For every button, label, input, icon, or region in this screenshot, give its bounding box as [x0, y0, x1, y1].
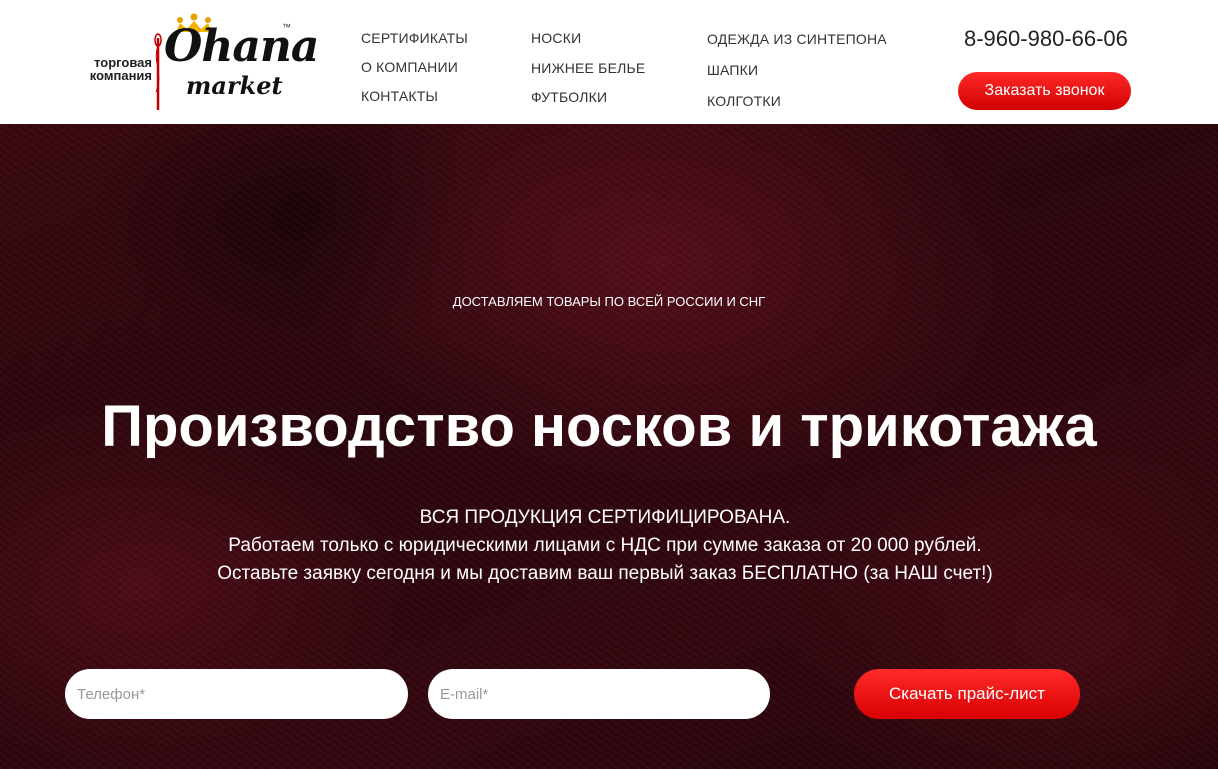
- nav-link-underwear[interactable]: НИЖНЕЕ БЕЛЬЕ: [531, 60, 645, 76]
- logo-company-text: торговая компания: [89, 55, 152, 83]
- hero-line-legal-entities: Работаем только с юридическими лицами с …: [228, 535, 982, 556]
- logo-brand-sub: market: [186, 71, 283, 100]
- hero-line-free-delivery: Оставьте заявку сегодня и мы доставим ва…: [217, 563, 993, 584]
- nav-link-tights[interactable]: КОЛГОТКИ: [707, 93, 781, 109]
- logo-brand: Ohana: [164, 21, 319, 72]
- nav-link-contacts[interactable]: КОНТАКТЫ: [361, 88, 438, 104]
- hero-title: Производство носков и трикотажа: [101, 394, 1097, 459]
- email-input[interactable]: [428, 669, 770, 719]
- logo[interactable]: торговая компания Ohana market ™: [86, 10, 319, 114]
- nav-link-about[interactable]: О КОМПАНИИ: [361, 59, 458, 75]
- nav-link-synthetic-clothing[interactable]: ОДЕЖДА ИЗ СИНТЕПОНА: [707, 31, 887, 47]
- order-call-button[interactable]: Заказать звонок: [958, 72, 1131, 110]
- hero-line-certified: ВСЯ ПРОДУКЦИЯ СЕРТИФИЦИРОВАНА.: [419, 507, 791, 528]
- hero-section: ДОСТАВЛЯЕМ ТОВАРЫ ПО ВСЕЙ РОССИИ И СНГ П…: [0, 124, 1218, 769]
- phone-input[interactable]: [65, 669, 408, 719]
- hero-subtitle: ДОСТАВЛЯЕМ ТОВАРЫ ПО ВСЕЙ РОССИИ И СНГ: [452, 294, 766, 309]
- hero-description: ВСЯ ПРОДУКЦИЯ СЕРТИФИЦИРОВАНА. Работаем …: [0, 504, 1210, 588]
- nav-link-socks[interactable]: НОСКИ: [531, 30, 581, 46]
- nav-link-tshirts[interactable]: ФУТБОЛКИ: [531, 89, 607, 105]
- phone-number[interactable]: 8-960-980-66-06: [964, 26, 1128, 52]
- download-price-list-button[interactable]: Скачать прайс-лист: [854, 669, 1080, 719]
- site-header: торговая компания Ohana market ™ СЕРТИФИ…: [0, 0, 1218, 124]
- nav-link-hats[interactable]: ШАПКИ: [707, 62, 758, 78]
- nav-link-certificates[interactable]: СЕРТИФИКАТЫ: [361, 30, 468, 46]
- trademark-mark: ™: [282, 22, 291, 32]
